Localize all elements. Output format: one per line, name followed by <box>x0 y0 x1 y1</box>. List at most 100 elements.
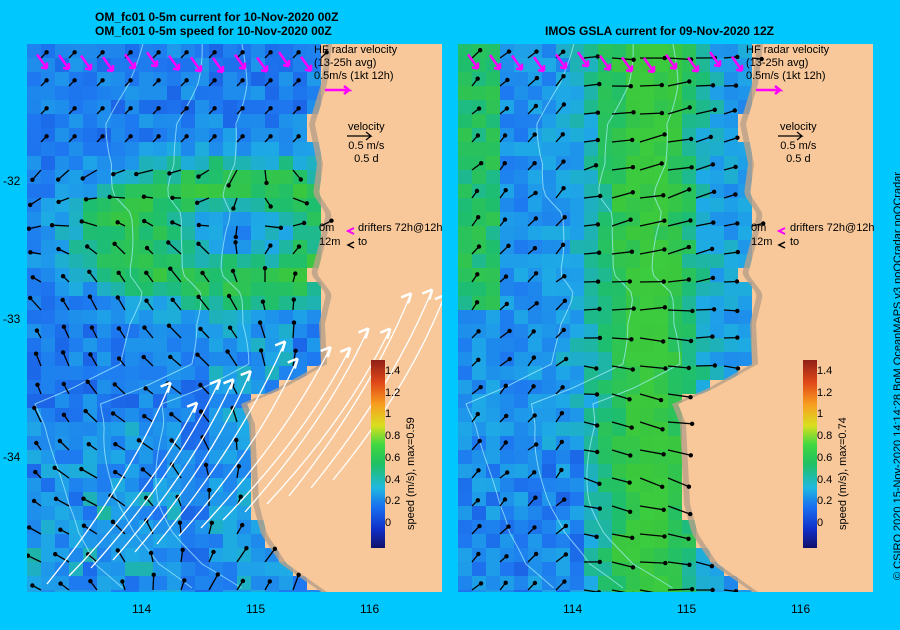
right-speed-cell <box>598 450 612 464</box>
left-speed-cell <box>209 212 223 226</box>
left-speed-cell <box>237 254 251 268</box>
right-speed-cell <box>598 422 612 436</box>
right-speed-cell <box>542 170 556 184</box>
right-speed-cell <box>710 198 724 212</box>
left-speed-cell <box>181 226 195 240</box>
right-speed-cell <box>626 464 640 478</box>
left-speed-cell <box>251 576 265 590</box>
left-speed-cell <box>251 86 265 100</box>
right-speed-cell <box>612 254 626 268</box>
left-speed-cell <box>209 114 223 128</box>
left-speed-cell <box>97 240 111 254</box>
left-speed-cell <box>209 282 223 296</box>
right-speed-cell <box>612 240 626 254</box>
right-arrow-head <box>686 365 691 371</box>
right-speed-cell <box>668 184 682 198</box>
left-arrow-head <box>116 270 121 275</box>
right-speed-cell <box>682 198 696 212</box>
left-arrow-head <box>143 386 148 391</box>
left-arrow-head <box>262 266 268 271</box>
right-speed-cell <box>486 296 500 310</box>
left-speed-cell <box>223 492 237 506</box>
right-speed-cell <box>584 282 598 296</box>
right-speed-cell <box>612 408 626 422</box>
left-speed-cell <box>97 268 111 282</box>
right-speed-cell <box>458 324 472 338</box>
right-arrow-head <box>532 580 538 586</box>
right-speed-cell <box>486 380 500 394</box>
right-speed-cell <box>570 86 584 100</box>
right-speed-cell <box>556 170 570 184</box>
right-speed-cell <box>514 254 528 268</box>
right-speed-cell <box>542 576 556 590</box>
left-speed-cell <box>265 86 279 100</box>
left-speed-cell <box>265 366 279 380</box>
right-speed-cell <box>458 226 472 240</box>
right-arrow-head <box>710 587 715 592</box>
right-speed-cell <box>570 590 584 592</box>
right-speed-cell <box>458 240 472 254</box>
right-speed-cell <box>654 240 668 254</box>
right-speed-cell <box>640 352 654 366</box>
left-colorbar-tick: 1 <box>385 408 392 421</box>
left-arrow-head <box>240 50 245 55</box>
right-arrow-head <box>735 335 740 340</box>
left-speed-cell <box>195 254 209 268</box>
right-arrow-head <box>629 337 634 342</box>
left-arrow-head <box>169 438 174 443</box>
left-speed-cell <box>27 422 41 436</box>
left-speed-cell <box>167 548 181 562</box>
left-speed-cell <box>195 114 209 128</box>
right-speed-cell <box>654 590 668 592</box>
right-speed-cell <box>570 520 584 534</box>
right-arrow-head <box>503 383 508 388</box>
left-speed-cell <box>223 254 237 268</box>
right-speed-cell <box>556 394 570 408</box>
left-speed-cell <box>195 576 209 590</box>
right-speed-cell <box>472 142 486 156</box>
left-speed-cell <box>83 282 97 296</box>
right-speed-cell <box>724 226 738 240</box>
left-speed-cell <box>195 590 209 592</box>
left-speed-cell <box>27 282 41 296</box>
right-speed-cell <box>738 296 752 310</box>
right-speed-cell <box>486 114 500 128</box>
right-speed-cell <box>612 464 626 478</box>
left-speed-cell <box>111 338 125 352</box>
right-arrow-head <box>562 274 567 279</box>
left-arrow-head <box>231 206 236 211</box>
right-arrow-head <box>476 329 481 334</box>
right-speed-cell <box>528 562 542 576</box>
left-speed-cell <box>139 366 153 380</box>
right-speed-cell <box>458 338 472 352</box>
right-speed-cell <box>556 226 570 240</box>
right-arrow-head <box>475 133 481 138</box>
left-arrow-head <box>298 177 303 182</box>
right-speed-cell <box>514 366 528 380</box>
right-speed-cell <box>514 408 528 422</box>
left-speed-cell <box>41 352 55 366</box>
left-speed-cell <box>279 156 293 170</box>
right-speed-cell <box>612 100 626 114</box>
left-speed-cell <box>27 114 41 128</box>
left-speed-cell <box>125 562 139 576</box>
left-velocity-duration: 0.5 d <box>354 153 379 165</box>
left-arrow-head <box>296 106 301 111</box>
right-speed-cell <box>500 394 514 408</box>
right-speed-cell <box>570 324 584 338</box>
left-speed-cell <box>55 450 69 464</box>
right-speed-cell <box>542 156 556 170</box>
right-speed-cell <box>570 506 584 520</box>
left-arrow-head <box>85 379 90 384</box>
right-speed-cell <box>542 436 556 450</box>
right-speed-cell <box>500 170 514 184</box>
left-speed-cell <box>139 184 153 198</box>
left-speed-cell <box>97 352 111 366</box>
left-arrow-head <box>49 223 55 228</box>
left-speed-cell <box>27 142 41 156</box>
right-speed-cell <box>724 296 738 310</box>
left-arrow-head <box>196 222 202 228</box>
credit-text: © CSIRO 2020 15-Nov-2020 14:14:28 BoM Oc… <box>892 172 900 580</box>
left-arrow-head <box>60 274 66 279</box>
left-speed-cell <box>139 198 153 212</box>
